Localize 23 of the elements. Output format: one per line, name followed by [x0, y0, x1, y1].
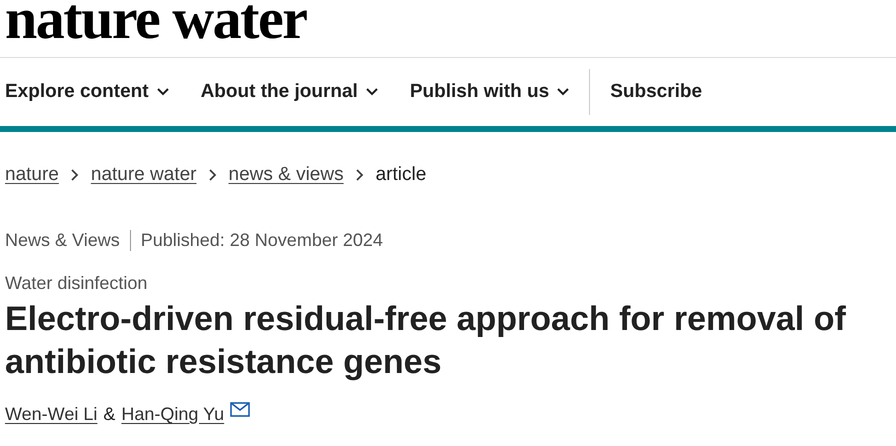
breadcrumb-link[interactable]: news & views: [228, 164, 344, 186]
chevron-down-icon: [156, 88, 169, 96]
nav-menu-item[interactable]: About the journal: [200, 81, 378, 103]
author-separator: &: [103, 404, 116, 425]
nav-menu-item[interactable]: Publish with us: [410, 81, 570, 103]
breadcrumb-link[interactable]: nature water: [90, 164, 196, 186]
chevron-right-icon: [70, 169, 79, 181]
breadcrumb-link[interactable]: nature: [5, 164, 59, 186]
article-title: Electro-driven residual-free approach for removal of antibiotic resistance genes: [4, 299, 847, 383]
published-date: Published: 28 November 2024: [140, 230, 383, 251]
article-type: News & Views: [5, 230, 131, 251]
chevron-right-icon: [208, 169, 216, 181]
author-link[interactable]: Han-Qing Yu: [121, 404, 224, 425]
article-subject: Water disinfection: [4, 272, 148, 294]
chevron-down-icon: [366, 88, 378, 96]
chevron-down-icon: [557, 88, 570, 96]
chevron-right-icon: [356, 169, 364, 181]
author-link[interactable]: Wen-Wei Li: [5, 404, 98, 425]
mail-icon[interactable]: [230, 402, 250, 417]
nav-menu-item[interactable]: Explore content: [5, 81, 169, 103]
nav-menu-item[interactable]: Subscribe: [589, 69, 702, 115]
journal-logo[interactable]: nature water: [5, 0, 306, 42]
breadcrumb-current: article: [376, 164, 426, 186]
